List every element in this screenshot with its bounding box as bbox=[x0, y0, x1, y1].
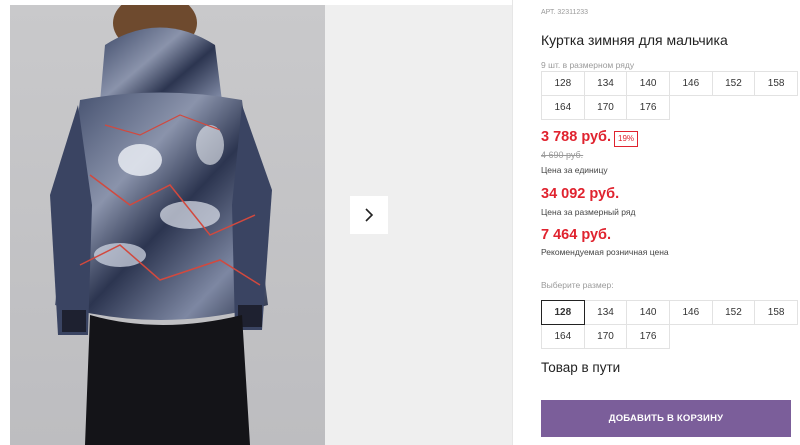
old-price: 4 690 руб. bbox=[541, 150, 584, 160]
product-gallery bbox=[0, 0, 512, 445]
pack-size-cell: 152 bbox=[711, 71, 756, 96]
product-photo[interactable] bbox=[10, 5, 325, 445]
size-option-134[interactable]: 134 bbox=[583, 300, 628, 325]
pack-size-cell: 140 bbox=[626, 71, 670, 96]
pack-size-cell: 158 bbox=[754, 71, 798, 96]
product-sku: АРТ. 32311233 bbox=[541, 9, 589, 16]
unit-price-note: Цена за единицу bbox=[541, 165, 608, 175]
size-option-146[interactable]: 146 bbox=[668, 300, 713, 325]
jacket-image bbox=[10, 5, 325, 445]
retail-price-note: Рекомендуемая розничная цена bbox=[541, 247, 669, 257]
pack-size-label: 9 шт. в размерном ряду bbox=[541, 60, 635, 70]
pack-size-cell: 170 bbox=[583, 95, 628, 120]
add-to-cart-button[interactable]: ДОБАВИТЬ В КОРЗИНУ bbox=[541, 400, 791, 437]
pack-size-cell: 134 bbox=[583, 71, 628, 96]
pack-size-cell: 176 bbox=[626, 95, 670, 120]
product-info: АРТ. 32311233 Куртка зимняя для мальчика… bbox=[541, 0, 800, 445]
pack-size-cell: 146 bbox=[668, 71, 713, 96]
product-title: Куртка зимняя для мальчика bbox=[541, 32, 728, 48]
discount-badge: 19% bbox=[614, 131, 639, 147]
retail-price: 7 464 руб. bbox=[541, 227, 612, 243]
size-option-170[interactable]: 170 bbox=[583, 324, 628, 349]
pack-size-cell: 164 bbox=[541, 95, 585, 120]
pack-size-grid: 128 134 140 146 152 158 164 170 176 bbox=[541, 71, 798, 120]
size-option-128[interactable]: 128 bbox=[541, 300, 585, 325]
pack-size-cell: 128 bbox=[541, 71, 585, 96]
unit-price: 3 788 руб. bbox=[541, 129, 612, 145]
pack-price: 34 092 руб. bbox=[541, 186, 620, 202]
size-selector: 128 134 140 146 152 158 164 170 176 bbox=[541, 300, 798, 349]
column-divider bbox=[512, 0, 513, 445]
pack-price-note: Цена за размерный ряд bbox=[541, 207, 636, 217]
size-option-140[interactable]: 140 bbox=[626, 300, 670, 325]
chevron-right-icon bbox=[365, 208, 374, 222]
choose-size-label: Выберите размер: bbox=[541, 280, 614, 290]
size-option-176[interactable]: 176 bbox=[626, 324, 670, 349]
size-option-164[interactable]: 164 bbox=[541, 324, 585, 349]
next-image-button[interactable] bbox=[350, 196, 388, 234]
availability-status: Товар в пути bbox=[541, 360, 621, 375]
size-option-158[interactable]: 158 bbox=[754, 300, 798, 325]
size-option-152[interactable]: 152 bbox=[711, 300, 756, 325]
